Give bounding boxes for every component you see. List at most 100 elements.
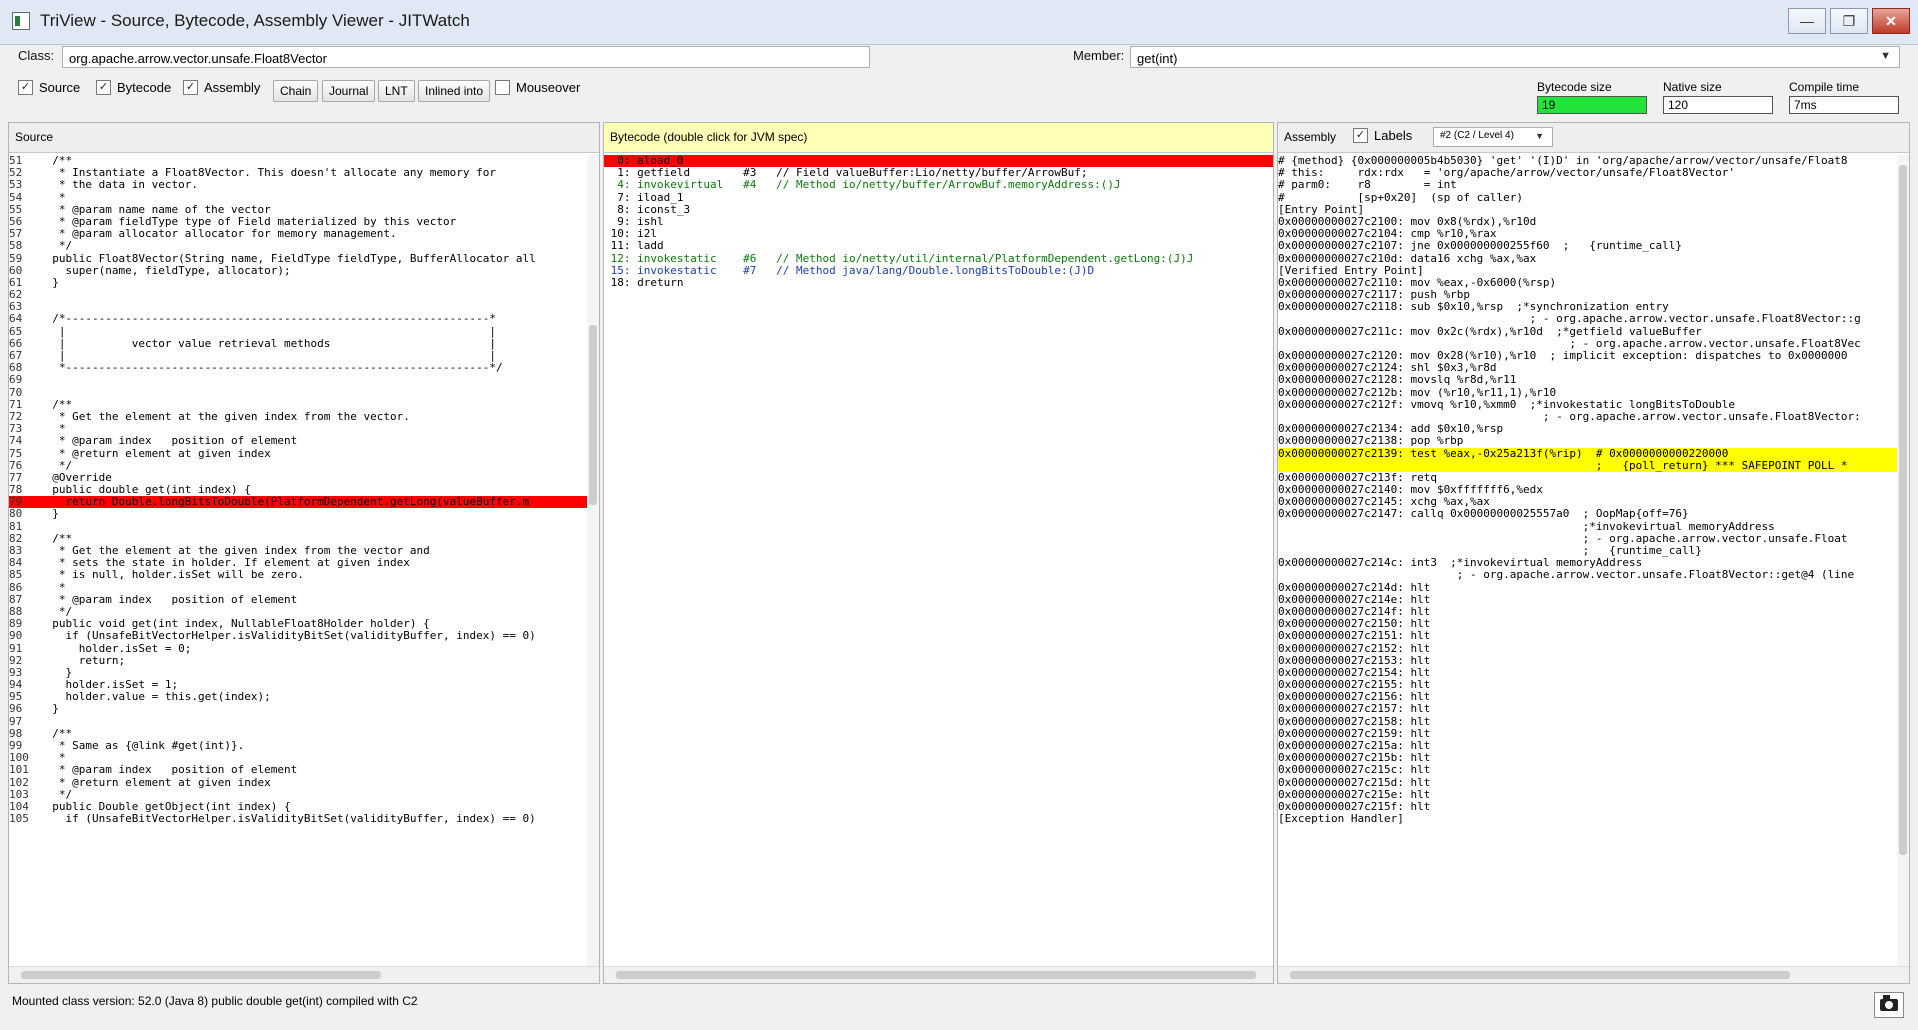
bytecode-line[interactable]: 8: iconst_3 bbox=[604, 203, 1273, 216]
source-line[interactable]: 69 bbox=[9, 374, 599, 386]
source-line-text: */ bbox=[39, 458, 73, 472]
source-line[interactable]: 102 * @return element at given index bbox=[9, 776, 599, 789]
source-line[interactable]: 85 * is null, holder.isSet will be zero. bbox=[9, 569, 599, 581]
assembly-line[interactable]: ; - org.apache.arrow.vector.unsafe.Float… bbox=[1278, 313, 1909, 325]
source-line[interactable]: 95 holder.value = this.get(index); bbox=[9, 691, 599, 703]
bytecode-line[interactable]: 7: iload_1 bbox=[604, 191, 1273, 204]
source-line[interactable]: 62 bbox=[9, 288, 599, 301]
assembly-line[interactable]: 0x00000000027c212b: mov (%r10,%r11,1),%r… bbox=[1278, 386, 1909, 399]
chevron-down-icon: ▼ bbox=[1535, 131, 1544, 141]
source-line-text: @Override bbox=[39, 470, 112, 484]
app-icon bbox=[12, 12, 30, 30]
source-line-text: /** bbox=[39, 726, 73, 740]
assembly-line[interactable]: 0x00000000027c2157: hlt bbox=[1278, 703, 1909, 715]
source-horizontal-scrollbar[interactable] bbox=[9, 966, 599, 983]
source-line-text: if (UnsafeBitVectorHelper.isValidityBitS… bbox=[39, 629, 536, 643]
assembly-line[interactable]: 0x00000000027c2151: hlt bbox=[1278, 630, 1909, 642]
source-line[interactable]: 80 } bbox=[9, 508, 599, 520]
checkmark-icon: ✓ bbox=[183, 80, 198, 95]
source-line-text: * Get the element at the given index fro… bbox=[39, 409, 410, 423]
restore-button[interactable]: ❐ bbox=[1830, 8, 1868, 34]
bytecode-line[interactable]: 15: invokestatic #7 // Method java/lang/… bbox=[604, 264, 1273, 277]
source-line[interactable]: 79 return Double.longBitsToDouble(Platfo… bbox=[9, 495, 599, 509]
source-line-text: | | bbox=[39, 324, 496, 338]
assembly-horizontal-scrollbar[interactable] bbox=[1278, 966, 1909, 983]
assembly-line[interactable]: 0x00000000027c215c: hlt bbox=[1278, 764, 1909, 776]
source-code-view[interactable]: 51 /** 52 * Instantiate a Float8Vector. T… bbox=[9, 155, 599, 967]
status-bar: Mounted class version: 52.0 (Java 8) pub… bbox=[0, 984, 1918, 1030]
compiler-dropdown[interactable]: #2 (C2 / Level 4) ▼ bbox=[1433, 127, 1553, 147]
assembly-line[interactable]: 0x00000000027c2139: test %eax,-0x25a213f… bbox=[1278, 447, 1909, 460]
bytecode-horizontal-scrollbar[interactable] bbox=[604, 966, 1273, 983]
journal-button[interactable]: Journal bbox=[322, 80, 376, 102]
bytecode-line[interactable]: 18: dreturn bbox=[604, 276, 1273, 289]
line-number: 54 bbox=[9, 190, 23, 204]
assembly-line[interactable]: # parm0: r8 = int bbox=[1278, 179, 1909, 191]
assembly-line[interactable]: ; - org.apache.arrow.vector.unsafe.Float… bbox=[1278, 569, 1909, 581]
mouseover-checkbox[interactable]: Mouseover bbox=[495, 80, 580, 95]
assembly-line[interactable]: 0x00000000027c214d: hlt bbox=[1278, 581, 1909, 594]
assembly-line[interactable]: ;*invokevirtual memoryAddress bbox=[1278, 520, 1909, 533]
source-line[interactable]: 96 } bbox=[9, 703, 599, 715]
member-dropdown[interactable]: get(int) ▼ bbox=[1130, 46, 1900, 68]
assembly-line[interactable]: 0x00000000027c215d: hlt bbox=[1278, 776, 1909, 789]
source-line[interactable]: 105 if (UnsafeBitVectorHelper.isValidity… bbox=[9, 812, 599, 826]
assembly-vertical-scrollbar[interactable] bbox=[1897, 155, 1909, 967]
assembly-line[interactable]: 0x00000000027c211c: mov 0x2c(%rdx),%r10d… bbox=[1278, 325, 1909, 338]
source-line[interactable]: 57 * @param allocator allocator for memo… bbox=[9, 227, 599, 240]
source-checkbox-label: Source bbox=[39, 80, 81, 95]
assembly-view[interactable]: # {method} {0x000000005b4b5030} 'get' '(… bbox=[1278, 155, 1909, 967]
compile-time-label: Compile time bbox=[1789, 80, 1860, 94]
bytecode-line[interactable]: 10: i2l bbox=[604, 227, 1273, 240]
inlined-into-button[interactable]: Inlined into bbox=[418, 80, 491, 102]
compiler-value: #2 (C2 / Level 4) bbox=[1440, 130, 1514, 141]
source-line[interactable]: 60 super(name, fieldType, allocator); bbox=[9, 264, 599, 277]
source-line[interactable]: 70 bbox=[9, 386, 599, 399]
assembly-line[interactable]: [Exception Handler] bbox=[1278, 812, 1909, 825]
chain-button[interactable]: Chain bbox=[273, 80, 319, 102]
source-line-text: if (UnsafeBitVectorHelper.isValidityBitS… bbox=[39, 812, 536, 826]
lnt-button[interactable]: LNT bbox=[378, 80, 415, 102]
line-number: 85 bbox=[9, 568, 23, 582]
native-size-value: 120 bbox=[1663, 96, 1773, 114]
source-line[interactable]: 81 bbox=[9, 520, 599, 533]
bytecode-checkbox[interactable]: ✓ Bytecode bbox=[96, 80, 171, 95]
source-line[interactable]: 72 * Get the element at the given index … bbox=[9, 409, 599, 423]
source-line[interactable]: 92 return; bbox=[9, 654, 599, 667]
source-line-text: * @param index position of element bbox=[39, 592, 298, 606]
source-line[interactable]: 75 * @return element at given index bbox=[9, 447, 599, 460]
line-number: 105 bbox=[9, 812, 29, 826]
bytecode-line[interactable]: 12: invokestatic #6 // Method io/netty/u… bbox=[604, 252, 1273, 265]
bytecode-line[interactable]: 11: ladd bbox=[604, 240, 1273, 252]
source-line[interactable]: 68 *------------------------------------… bbox=[9, 361, 599, 374]
assembly-line[interactable]: 0x00000000027c210d: data16 xchg %ax,%ax bbox=[1278, 252, 1909, 265]
source-checkbox[interactable]: ✓ Source bbox=[18, 80, 80, 95]
source-line[interactable]: 87 * @param index position of element bbox=[9, 592, 599, 606]
assembly-line[interactable]: 0x00000000027c2152: hlt bbox=[1278, 642, 1909, 655]
source-line[interactable]: 99 * Same as {@link #get(int)}. bbox=[9, 739, 599, 752]
line-number: 64 bbox=[9, 312, 23, 326]
assembly-line[interactable]: 0x00000000027c2128: movslq %r8d,%r11 bbox=[1278, 374, 1909, 386]
source-vertical-scrollbar[interactable] bbox=[587, 155, 599, 967]
labels-checkbox[interactable]: ✓ Labels bbox=[1353, 128, 1412, 143]
minimize-button[interactable]: — bbox=[1788, 8, 1826, 34]
assembly-checkbox[interactable]: ✓ Assembly bbox=[183, 80, 260, 95]
bytecode-line[interactable]: 9: ishl bbox=[604, 215, 1273, 228]
snapshot-button[interactable] bbox=[1874, 992, 1904, 1018]
source-line-text: return Double.longBitsToDouble(PlatformD… bbox=[39, 495, 530, 509]
assembly-line[interactable]: 0x00000000027c2107: jne 0x000000000255f6… bbox=[1278, 240, 1909, 252]
source-line[interactable]: 53 * the data in vector. bbox=[9, 179, 599, 191]
assembly-line[interactable]: 0x00000000027c2158: hlt bbox=[1278, 715, 1909, 728]
bytecode-view[interactable]: 0: aload_0 1: getfield #3 // Field value… bbox=[604, 155, 1273, 967]
class-label: Class: bbox=[18, 48, 55, 63]
bytecode-line[interactable]: 4: invokevirtual #4 // Method io/netty/b… bbox=[604, 179, 1273, 191]
source-line[interactable]: 61 } bbox=[9, 276, 599, 289]
close-button[interactable]: ✕ bbox=[1872, 8, 1910, 34]
bytecode-panel-header: Bytecode (double click for JVM spec) bbox=[604, 123, 1273, 153]
assembly-line[interactable]: 0x00000000027c2138: pop %rbp bbox=[1278, 435, 1909, 447]
assembly-line[interactable]: # [sp+0x20] (sp of caller) bbox=[1278, 191, 1909, 204]
source-line[interactable]: 97 bbox=[9, 715, 599, 728]
class-field[interactable]: org.apache.arrow.vector.unsafe.Float8Vec… bbox=[62, 46, 870, 68]
native-size-stat: Native size 120 bbox=[1663, 80, 1773, 114]
assembly-line[interactable]: 0x00000000027c2147: callq 0x000000000255… bbox=[1278, 508, 1909, 520]
